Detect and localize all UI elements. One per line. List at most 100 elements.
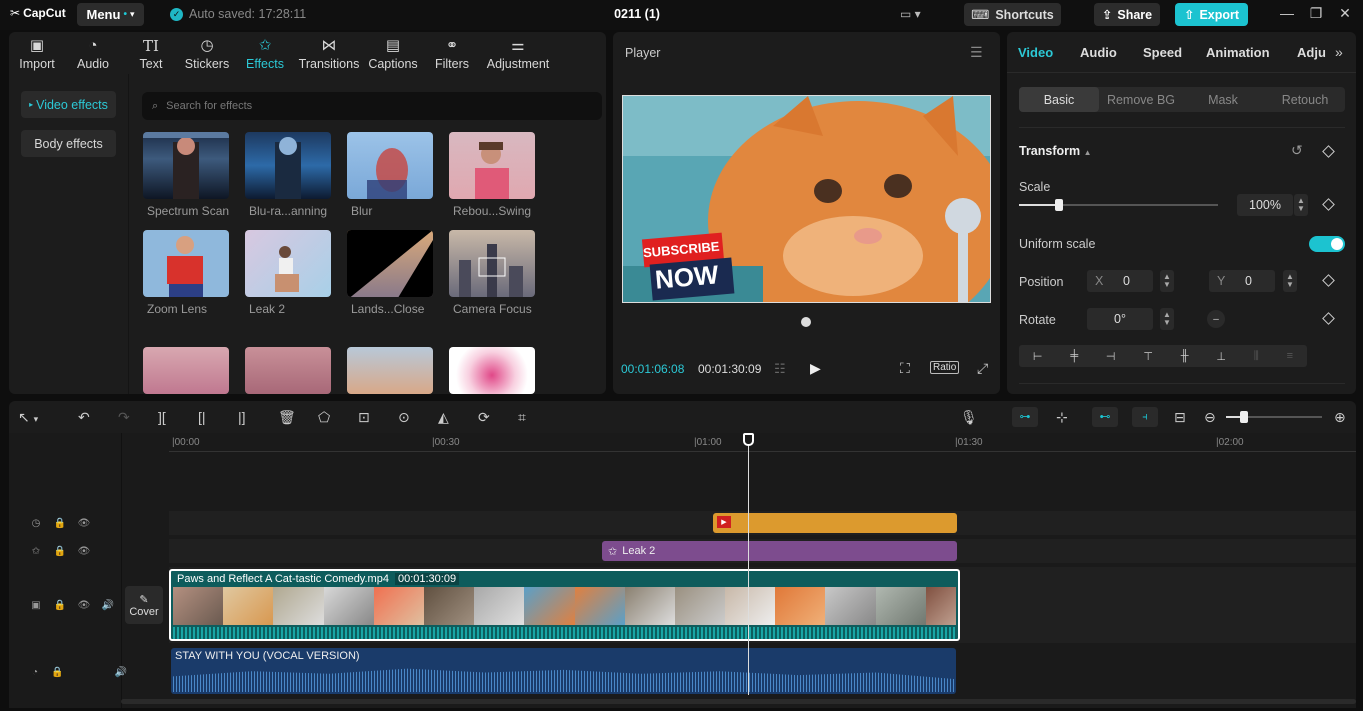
keyframe-icon[interactable] xyxy=(1322,312,1335,325)
position-y-stepper-icon[interactable]: ▲ ▼ xyxy=(1283,270,1297,292)
keyframe-icon[interactable] xyxy=(1322,145,1335,158)
video-preview[interactable]: SUBSCRIBE NOW xyxy=(622,95,991,303)
position-x-field[interactable]: X0 xyxy=(1087,270,1153,292)
effect-clip[interactable]: ✩ Leak 2 xyxy=(602,541,957,561)
eye-icon[interactable]: 👁 xyxy=(76,515,92,531)
fullscreen-icon[interactable]: ⤢ xyxy=(977,360,988,377)
menu-button[interactable]: Menu • ▾ xyxy=(77,3,144,26)
play-icon[interactable]: ▶ xyxy=(810,360,821,377)
playhead-line[interactable] xyxy=(748,433,749,695)
zoom-out-icon[interactable]: ⊖ xyxy=(1204,409,1216,425)
rotate-field[interactable]: 0° xyxy=(1087,308,1153,330)
close-icon[interactable]: ✕ xyxy=(1335,5,1355,22)
align-right-icon[interactable]: ⊣ xyxy=(1106,350,1116,363)
effect-item[interactable] xyxy=(449,347,535,394)
tab-adjustment[interactable]: Adju xyxy=(1297,45,1326,60)
tab-speed[interactable]: Speed xyxy=(1143,45,1182,60)
tab-audio[interactable]: Audio xyxy=(1080,45,1117,60)
playhead-handle[interactable] xyxy=(743,433,754,446)
preview-axis-icon[interactable]: ⫞ xyxy=(1132,407,1158,427)
zoom-fit-icon[interactable]: ⊟ xyxy=(1174,409,1186,425)
delete-icon[interactable]: 🗑 xyxy=(278,409,296,425)
align-bottom-icon[interactable]: ⊥ xyxy=(1216,350,1226,363)
sticker-clip[interactable]: ▶ xyxy=(713,513,957,533)
minimize-icon[interactable]: — xyxy=(1277,5,1297,21)
rotate-stepper-icon[interactable]: ▲ ▼ xyxy=(1160,308,1174,330)
auto-snap-icon[interactable]: ⊹ xyxy=(1056,409,1068,425)
redo-icon[interactable]: ↷ xyxy=(118,409,130,425)
undo-icon[interactable]: ↶ xyxy=(78,409,90,425)
tab-video[interactable]: Video xyxy=(1018,45,1053,60)
tab-filters[interactable]: ⚭ Filters xyxy=(431,32,473,74)
lock-icon[interactable]: 🔒 xyxy=(50,664,64,680)
effect-item[interactable] xyxy=(347,347,433,394)
effect-item[interactable]: Rebou...Swing xyxy=(449,132,553,218)
align-left-icon[interactable]: ⊢ xyxy=(1033,350,1043,363)
tab-import[interactable]: ▣ Import xyxy=(15,32,59,74)
eye-icon[interactable]: 👁 xyxy=(76,543,92,559)
microphone-icon[interactable]: 🎙 xyxy=(960,409,978,425)
tab-text[interactable]: TI Text xyxy=(133,32,169,74)
video-clip[interactable]: Paws and Reflect A Cat-tastic Comedy.mp4… xyxy=(169,569,960,641)
scale-stepper-icon[interactable]: ▲ ▼ xyxy=(1294,194,1308,216)
zoom-in-icon[interactable]: ⊕ xyxy=(1334,409,1346,425)
distribute-v-icon[interactable]: ≡ xyxy=(1287,350,1293,362)
more-tabs-icon[interactable]: » xyxy=(1335,44,1343,60)
category-body-effects[interactable]: Body effects xyxy=(21,130,116,157)
maximize-icon[interactable]: ❐ xyxy=(1306,5,1326,22)
tab-audio[interactable]: ◔ Audio xyxy=(71,32,115,74)
scale-value-field[interactable]: 100% xyxy=(1237,194,1293,216)
rotate-handle-icon[interactable] xyxy=(801,317,811,327)
tab-transitions[interactable]: ⋈ Transitions xyxy=(296,32,362,74)
volume-icon[interactable]: 🔊 xyxy=(100,597,116,613)
transform-section-title[interactable]: Transform ▲ xyxy=(1019,144,1092,158)
share-button[interactable]: ⇪ Share xyxy=(1094,3,1160,26)
effect-item[interactable]: Camera Focus xyxy=(449,230,553,316)
hamburger-menu-icon[interactable]: ☰ xyxy=(970,44,983,61)
scale-slider[interactable] xyxy=(1019,199,1218,211)
subtab-mask[interactable]: Mask xyxy=(1183,87,1263,112)
time-ruler[interactable]: |00:00 |00:30 |01:00 |01:30 |02:00 xyxy=(169,433,1356,451)
reset-icon[interactable]: ↺ xyxy=(1291,142,1303,159)
export-button[interactable]: ⇧ Export xyxy=(1175,3,1248,26)
shortcuts-button[interactable]: ⌨ Shortcuts xyxy=(964,3,1061,26)
select-pointer-icon[interactable]: ↖ ▾ xyxy=(18,409,38,427)
rotate-dial-icon[interactable]: – xyxy=(1207,310,1225,328)
lock-icon[interactable]: 🔒 xyxy=(52,597,68,613)
subtab-remove-bg[interactable]: Remove BG xyxy=(1101,87,1181,112)
split-right-icon[interactable]: |] xyxy=(238,409,246,425)
keyframe-icon[interactable] xyxy=(1322,198,1335,211)
tab-animation[interactable]: Animation xyxy=(1206,45,1270,60)
tab-stickers[interactable]: ◷ Stickers xyxy=(182,32,232,74)
eye-icon[interactable]: 👁 xyxy=(76,597,92,613)
split-icon[interactable]: ][ xyxy=(158,409,166,425)
distribute-h-icon[interactable]: ⫼ xyxy=(1254,350,1259,363)
effect-item[interactable]: Blu-ra...anning xyxy=(245,132,349,218)
layout-icon[interactable]: ▭ ▾ xyxy=(900,7,921,21)
effect-item[interactable]: Leak 2 xyxy=(245,230,349,316)
tab-adjustment[interactable]: ⚌ Adjustment xyxy=(483,32,553,74)
freeze-icon[interactable]: ⊡ xyxy=(358,409,370,425)
fit-screen-icon[interactable]: ⛶ xyxy=(900,360,910,377)
effect-item[interactable]: Blur xyxy=(347,132,451,218)
effect-item[interactable] xyxy=(143,347,229,394)
cover-button[interactable]: ✎ Cover xyxy=(125,586,163,624)
volume-icon[interactable]: 🔊 xyxy=(114,664,128,680)
category-video-effects[interactable]: ▸ Video effects xyxy=(21,91,116,118)
zoom-slider[interactable] xyxy=(1226,411,1322,423)
align-middle-v-icon[interactable]: ╫ xyxy=(1181,350,1189,362)
lock-icon[interactable]: 🔒 xyxy=(52,543,68,559)
effect-item[interactable]: Spectrum Scan xyxy=(143,132,247,218)
mirror-icon[interactable]: ◭ xyxy=(438,409,449,425)
timecode-grid-icon[interactable]: ☷ xyxy=(774,361,786,377)
ratio-button[interactable]: Ratio xyxy=(930,361,960,374)
subtab-basic[interactable]: Basic xyxy=(1019,87,1099,112)
lock-icon[interactable]: 🔒 xyxy=(52,515,68,531)
search-input[interactable]: ⌕ Search for effects xyxy=(142,92,602,120)
keyframe-icon[interactable] xyxy=(1322,274,1335,287)
rotate-icon[interactable]: ⟳ xyxy=(478,409,490,425)
position-y-field[interactable]: Y0 xyxy=(1209,270,1275,292)
uniform-scale-toggle[interactable] xyxy=(1309,236,1345,252)
marker-icon[interactable]: ⬠ xyxy=(318,409,330,425)
position-x-stepper-icon[interactable]: ▲ ▼ xyxy=(1160,270,1174,292)
